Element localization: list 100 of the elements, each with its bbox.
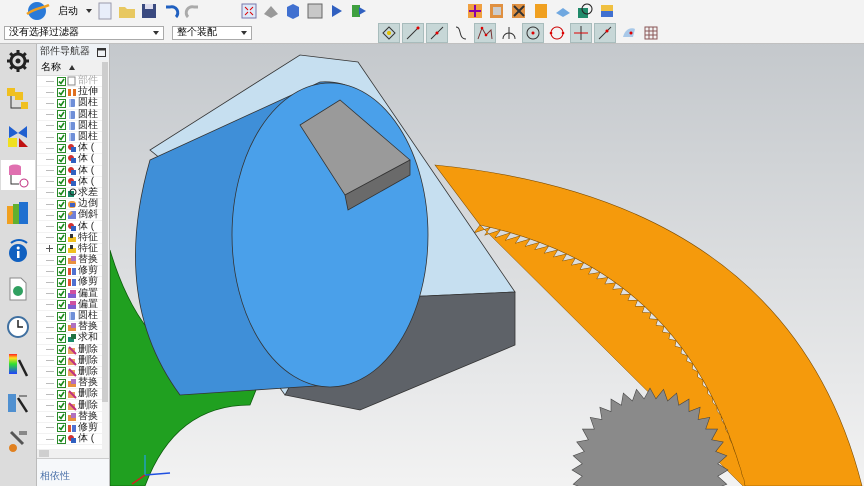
tree-row[interactable]: 圆柱 [37,120,102,132]
export-icon[interactable] [350,2,368,20]
feature-label: 边倒 [78,199,98,210]
scope-dropdown[interactable]: 整个装配 [172,26,252,40]
checkbox[interactable] [57,222,66,232]
maximize-icon[interactable] [97,48,106,56]
checkbox[interactable] [57,322,66,332]
feature-label: 体 ( [78,176,94,187]
horizontal-scrollbar[interactable] [37,449,102,458]
tree-row[interactable]: 偏置 [37,288,102,300]
tree-row[interactable]: 修剪 [37,422,102,434]
tree-row[interactable]: 拉伸 [37,87,102,98]
tree-row[interactable]: 修剪 [37,277,102,289]
checkbox[interactable] [57,378,66,388]
trim-icon [67,266,77,276]
box-icon[interactable] [598,2,616,20]
checkbox[interactable] [57,300,66,310]
feature-label: 倒斜 [78,210,98,220]
delete-icon [67,400,77,411]
tree-row[interactable]: 删除 [37,344,102,356]
checkbox[interactable] [57,256,66,265]
fit-icon[interactable] [240,2,258,20]
tree-row[interactable]: 删除 [37,356,102,367]
tree-row[interactable]: 圆柱 [37,132,102,144]
checkbox[interactable] [57,312,66,321]
checkbox[interactable] [57,244,66,254]
save-icon[interactable] [140,2,158,20]
checkbox[interactable] [57,154,66,164]
checkbox[interactable] [57,434,66,444]
tree-row[interactable]: 替换 [37,378,102,390]
tree-row[interactable]: 替换 [37,412,102,423]
checkbox[interactable] [57,200,66,209]
checkbox[interactable] [57,144,66,153]
checkbox[interactable] [57,88,66,97]
start-button[interactable]: 启动 [54,1,82,21]
square-icon[interactable] [306,2,324,20]
tree-row[interactable]: 特征 [37,244,102,255]
tree-row[interactable]: 边倒 [37,199,102,210]
checkbox[interactable] [57,177,66,186]
checkbox[interactable] [57,76,66,86]
part-navigator-tab[interactable] [1,160,35,190]
polyline-icon[interactable] [474,22,496,42]
feature-label: 删除 [78,389,98,400]
tree-row[interactable]: 倒斜 [37,210,102,222]
caret-icon[interactable] [86,8,92,14]
checkbox[interactable] [57,278,66,287]
delete-icon [67,344,77,355]
tree-row[interactable]: 求和 [37,333,102,344]
feature-label: 删除 [78,344,98,355]
globe-icon[interactable] [24,0,50,22]
boolean-icon[interactable] [576,2,594,20]
checkbox[interactable] [57,166,66,176]
feature-label: 修剪 [78,422,98,433]
dependencies-section[interactable]: 相依性 [40,471,70,482]
tree-row[interactable]: 体 ( [37,221,102,233]
checkbox[interactable] [57,210,66,220]
tree-row[interactable]: 体 ( [37,143,102,154]
checkbox[interactable] [57,390,66,399]
checkbox[interactable] [57,345,66,354]
checkbox[interactable] [57,233,66,242]
grid-icon[interactable] [642,24,660,42]
checkbox[interactable] [57,266,66,276]
cube-icon[interactable] [284,2,302,20]
cross-icon[interactable] [570,22,592,42]
tree-row[interactable]: 删除 [37,389,102,400]
tree-row[interactable]: 特征 [37,232,102,244]
axis-triad-icon [132,455,170,485]
tree-row[interactable]: 偏置 [37,300,102,311]
checkbox[interactable] [57,289,66,298]
checkbox[interactable] [57,98,66,108]
tree-row[interactable]: 圆柱 [37,98,102,110]
tree-row[interactable]: 删除 [37,400,102,412]
checkbox[interactable] [57,132,66,142]
checkbox[interactable] [57,412,66,422]
tree-row[interactable]: 体 ( [37,166,102,177]
checkbox[interactable] [57,334,66,343]
checkbox[interactable] [57,367,66,376]
checkbox[interactable] [57,401,66,410]
checkbox[interactable] [57,188,66,198]
checkbox[interactable] [57,121,66,130]
cylinder-icon [67,98,77,108]
point-icon[interactable] [378,22,400,42]
expand-plus-icon[interactable] [46,245,53,252]
books-icon [5,200,31,226]
feature-label: 圆柱 [78,132,98,142]
tree-row[interactable]: 体 ( [37,434,102,446]
column-header[interactable]: 名称 [37,60,102,76]
checkbox[interactable] [57,423,66,432]
checkbox[interactable] [57,356,66,366]
checkbox[interactable] [57,110,66,120]
replace-icon [67,255,77,266]
feature-label: 拉伸 [78,87,98,98]
tree-row[interactable]: 体 ( [37,176,102,188]
tree-row[interactable]: 圆柱 [37,110,102,121]
body-icon [67,143,77,154]
feature-label: 替换 [78,255,98,266]
tree-row[interactable]: 体 ( [37,154,102,166]
circle-center-icon[interactable] [522,22,544,42]
vertical-scrollbar[interactable] [102,60,109,458]
selection-filter-dropdown[interactable]: 没有选择过滤器 [4,26,164,40]
